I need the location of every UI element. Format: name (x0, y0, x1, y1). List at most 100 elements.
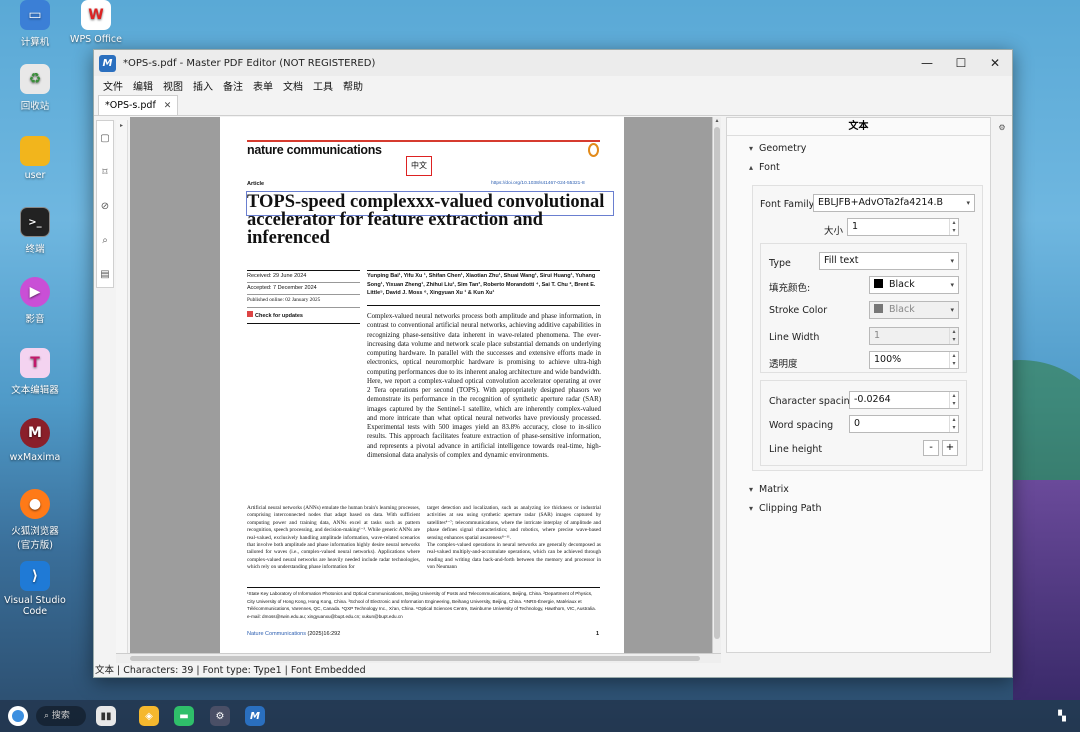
char-spacing-value: -0.0264 (854, 394, 891, 405)
color-settings-box: Type Fill text ▾ 填充颜色: Black ▾ Stroke Colo… (760, 243, 967, 373)
minimize-button[interactable]: — (910, 50, 944, 76)
close-button[interactable]: ✕ (978, 50, 1012, 76)
title-line-1[interactable]: TOPS-speed complexxx-valued convolutiona… (247, 193, 604, 212)
line-height-decrease-button[interactable]: - (923, 440, 939, 456)
doi-link[interactable]: https://doi.org/10.1038/s41467-024-55321… (491, 181, 585, 186)
menu-help[interactable]: 帮助 (338, 78, 368, 93)
desktop-icon-wxmaxima[interactable]: M wxMaxima (0, 418, 70, 463)
body-column-2: target detection and localization, such … (427, 505, 601, 571)
footer-journal[interactable]: Nature Communications (247, 631, 306, 637)
wps-office-icon: W (81, 0, 111, 30)
tab-close-icon[interactable]: ✕ (164, 101, 172, 111)
font-family-select[interactable]: EBLJFB+AdvOTa2fa4214.B ▾ (813, 194, 975, 212)
color-swatch (874, 304, 883, 313)
opacity-label: 透明度 (769, 359, 798, 370)
char-spacing-stepper[interactable]: ▴ ▾ (949, 392, 958, 408)
document-tabs: *OPS-s.pdf ✕ (94, 95, 1012, 116)
line-width-stepper[interactable]: ▴ ▾ (949, 328, 958, 344)
pages-icon[interactable]: ▢ (97, 121, 113, 155)
divider (247, 270, 360, 271)
line-height-increase-button[interactable]: + (942, 440, 958, 456)
chevron-up-icon: ▴ (749, 163, 754, 172)
title-line-2[interactable]: accelerator for feature extraction and (247, 211, 543, 230)
search-icon[interactable]: ⌕ (97, 223, 113, 257)
footer-volume: (2025)16:292 (307, 631, 341, 637)
menu-edit[interactable]: 编辑 (128, 78, 158, 93)
desktop-icon-vscode[interactable]: ⟩ Visual Studio Code (0, 561, 70, 617)
settings-icon[interactable]: ⚙ (210, 706, 230, 726)
stamp-annotation[interactable]: 中文 (406, 156, 432, 176)
desktop-icon-wps[interactable]: W WPS Office (61, 0, 131, 45)
menu-view[interactable]: 视图 (158, 78, 188, 93)
published-date: Published online: 02 January 2025 (247, 297, 321, 303)
panel-options-icon[interactable]: ⚙ (992, 123, 1012, 132)
received-date: Received: 29 June 2024 (247, 273, 307, 279)
accepted-date: Accepted: 7 December 2024 (247, 285, 317, 291)
desktop-icon-label: 计算机 (20, 37, 50, 48)
multitask-view-icon[interactable]: ▮▮ (96, 706, 116, 726)
desktop-icon-terminal[interactable]: >_ 终端 (0, 207, 70, 255)
color-swatch (874, 279, 883, 288)
line-width-input[interactable]: 1 ▴ ▾ (869, 327, 959, 345)
maximize-button[interactable]: ☐ (944, 50, 978, 76)
word-spacing-stepper[interactable]: ▴ ▾ (949, 416, 958, 432)
tab-document[interactable]: *OPS-s.pdf ✕ (98, 95, 179, 115)
pdf-page[interactable]: nature communications 中文 Article https:/… (220, 117, 624, 653)
document-viewport[interactable]: nature communications 中文 Article https:/… (130, 117, 712, 653)
bookmark-icon[interactable]: ⌑ (97, 155, 113, 189)
chat-app-icon[interactable]: ▬ (174, 706, 194, 726)
menu-file[interactable]: 文件 (98, 78, 128, 93)
attachment-icon[interactable]: ⊘ (97, 189, 113, 223)
menu-document[interactable]: 文档 (278, 78, 308, 93)
desktop-icon-user[interactable]: user (0, 136, 70, 181)
fill-color-value: Black (889, 279, 915, 290)
stroke-color-label: Stroke Color (769, 305, 828, 316)
desktop-icon-recycle[interactable]: ♻ 回收站 (0, 64, 70, 112)
file-manager-icon[interactable]: ◈ (139, 706, 159, 726)
desktop-icon-computer[interactable]: ▭ 计算机 (0, 0, 70, 48)
taskbar-search[interactable]: ⌕ 搜索 (36, 706, 86, 726)
desktop-icon-label: 文本编辑器 (11, 385, 59, 396)
size-input[interactable]: 1 ▴ ▾ (847, 218, 959, 236)
menu-form[interactable]: 表单 (248, 78, 278, 93)
geometry-section[interactable]: ▾ Geometry (749, 143, 806, 154)
system-tray-icon[interactable]: ▚ (1055, 706, 1069, 726)
word-spacing-input[interactable]: 0 ▴ ▾ (849, 415, 959, 433)
menu-insert[interactable]: 插入 (188, 78, 218, 93)
menu-comment[interactable]: 备注 (218, 78, 248, 93)
title-bar[interactable]: M *OPS-s.pdf - Master PDF Editor (NOT RE… (94, 50, 1012, 76)
desktop-icon-text-editor[interactable]: T 文本编辑器 (0, 348, 70, 396)
check-updates-label: Check for updates (255, 313, 303, 319)
menu-tools[interactable]: 工具 (308, 78, 338, 93)
layers-icon[interactable]: ▤ (97, 257, 113, 291)
fill-color-select[interactable]: Black ▾ (869, 276, 959, 294)
properties-panel: 文本 ▾ Geometry ▴ Font Font Family EBLJFB+Ad… (726, 117, 991, 653)
document-vertical-scrollbar[interactable]: ▴ (712, 117, 721, 653)
pdf-editor-taskbar-icon[interactable]: M (245, 706, 265, 726)
desktop-icon-label: 回收站 (20, 101, 50, 112)
clipping-path-section[interactable]: ▾ Clipping Path (749, 503, 822, 514)
check-updates[interactable]: Check for updates (247, 311, 303, 319)
clipping-path-label: Clipping Path (759, 503, 822, 514)
left-panel-scrollbar[interactable]: ▸ (116, 120, 128, 654)
type-select[interactable]: Fill text ▾ (819, 252, 959, 270)
size-stepper[interactable]: ▴ ▾ (949, 219, 958, 235)
title-line-3[interactable]: inferenced (247, 229, 330, 248)
launcher-icon[interactable] (8, 706, 28, 726)
desktop-icon-media[interactable]: ▶ 影音 (0, 277, 70, 325)
spacing-settings-box: Character spacing -0.0264 ▴ ▾ Word spacing… (760, 380, 967, 466)
stroke-color-select[interactable]: Black ▾ (869, 301, 959, 319)
desktop-icon-label: 影音 (25, 314, 45, 325)
opacity-input[interactable]: 100% ▴ ▾ (869, 351, 959, 369)
window-title: *OPS-s.pdf - Master PDF Editor (NOT REGI… (123, 57, 376, 69)
footnote-rule (247, 587, 600, 588)
scrollbar-thumb[interactable] (714, 127, 720, 639)
opacity-stepper[interactable]: ▴ ▾ (949, 352, 958, 368)
desktop-icon-firefox[interactable]: ● 火狐浏览器 (官方版) (0, 489, 70, 551)
char-spacing-input[interactable]: -0.0264 ▴ ▾ (849, 391, 959, 409)
font-section[interactable]: ▴ Font (749, 162, 780, 173)
line-height-label: Line height (769, 444, 823, 455)
computer-icon: ▭ (20, 0, 50, 30)
matrix-section[interactable]: ▾ Matrix (749, 484, 789, 495)
tab-label: *OPS-s.pdf (105, 100, 156, 111)
